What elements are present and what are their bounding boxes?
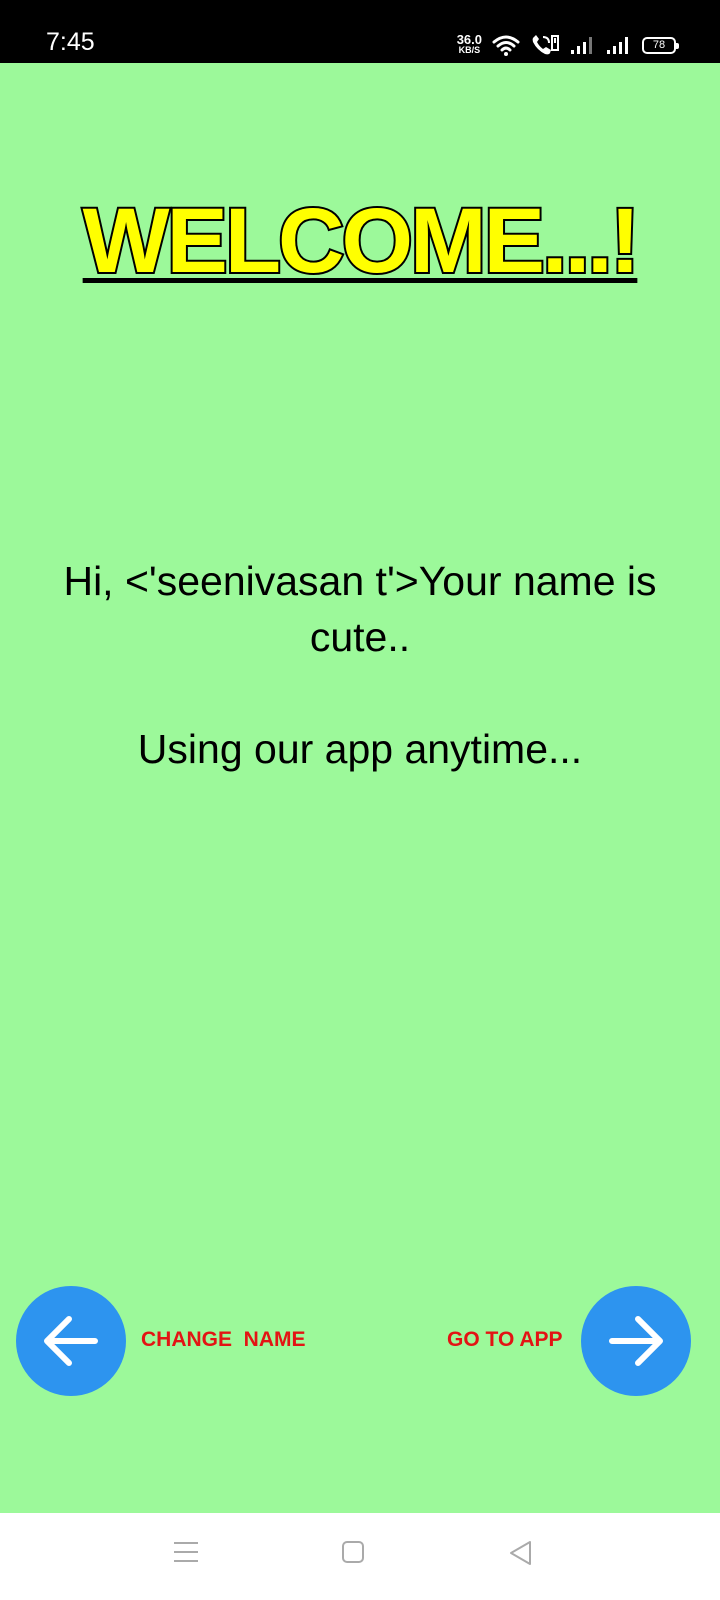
welcome-message: Hi, <'seenivasan t'>Your name is cute.. … [10, 553, 710, 777]
status-icons: 36.0 KB/S 78 [456, 30, 679, 60]
arrow-left-icon [44, 1316, 98, 1366]
battery-icon: 78 [642, 36, 679, 54]
welcome-header: WELCOME...! [0, 189, 720, 293]
change-name-label[interactable]: CHANGE NAME [141, 1328, 306, 1352]
usage-text: Using our app anytime... [137, 726, 583, 772]
change-name-button[interactable] [16, 1286, 126, 1396]
go-to-app-button[interactable] [581, 1286, 691, 1396]
system-nav-bar [0, 1513, 720, 1600]
status-time: 7:45 [46, 28, 95, 56]
menu-icon[interactable] [173, 1540, 199, 1564]
status-bar: 7:45 36.0 KB/S 78 [0, 0, 720, 63]
welcome-screen: WELCOME...! Hi, <'seenivasan t'>Your nam… [0, 63, 720, 1513]
network-speed-unit: KB/S [458, 45, 481, 55]
network-speed-value: 36.0 [456, 32, 482, 47]
back-icon[interactable] [508, 1540, 532, 1566]
signal-2-icon [607, 37, 628, 54]
signal-1-icon [571, 37, 592, 54]
volte-call-icon [532, 35, 559, 55]
network-speed: 36.0 KB/S [456, 32, 482, 56]
home-icon[interactable] [341, 1540, 365, 1564]
go-to-app-label[interactable]: GO TO APP [447, 1328, 563, 1352]
wifi-icon [492, 35, 520, 56]
welcome-title: WELCOME...! [81, 189, 643, 293]
arrow-right-icon [609, 1316, 663, 1366]
greeting-text: Hi, <'seenivasan t'>Your name is cute.. [63, 558, 657, 660]
battery-level: 78 [652, 39, 666, 51]
